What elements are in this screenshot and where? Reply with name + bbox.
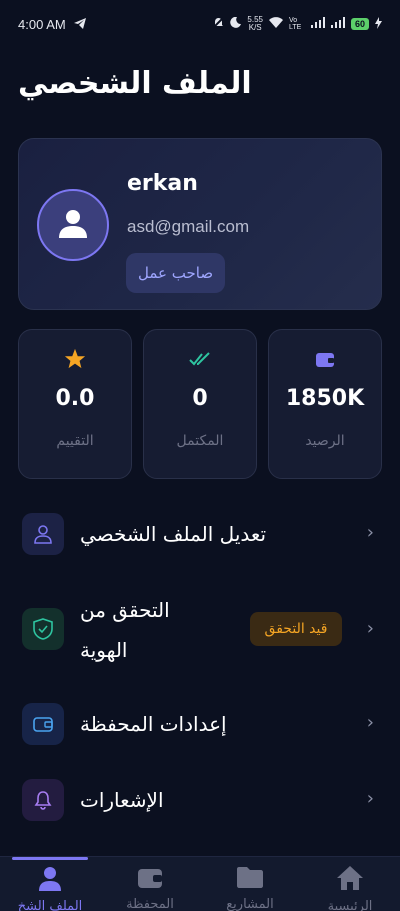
profile-card: erkan asd@gmail.com صاحب عمل: [18, 138, 382, 310]
verification-status-badge: قيد التحقق: [250, 612, 342, 646]
shield-check-icon: [22, 608, 64, 650]
stat-completed-value: 0: [192, 386, 208, 411]
telegram-icon: [73, 17, 86, 32]
stat-balance-value: 1850K: [285, 386, 365, 411]
nav-home[interactable]: الرئيسية: [300, 857, 400, 911]
folder-icon: [236, 865, 264, 889]
page-title: الملف الشخصي: [18, 66, 252, 101]
nav-projects-label: المشاريع: [226, 897, 274, 911]
wifi-icon: [268, 17, 283, 31]
menu-edit-profile-label: تعديل الملف الشخصي: [80, 522, 267, 546]
chevron-right-icon: ›: [366, 712, 374, 733]
bell-icon: [22, 779, 64, 821]
user-icon: [57, 207, 89, 243]
menu-edit-profile[interactable]: تعديل الملف الشخصي ›: [0, 506, 400, 562]
menu-identity-verification[interactable]: التحقق من الهوية قيد التحقق ›: [0, 590, 400, 674]
nav-active-indicator: [12, 857, 88, 860]
menu-wallet-settings-label: إعدادات المحفظة: [80, 712, 227, 736]
menu-wallet-settings[interactable]: إعدادات المحفظة ›: [0, 696, 400, 752]
avatar[interactable]: [37, 189, 109, 261]
stat-rating-value: 0.0: [55, 386, 95, 411]
stat-rating: 0.0 التقييم: [18, 329, 132, 479]
profile-email: asd@gmail.com: [127, 217, 250, 236]
menu-identity-label-line2: الهوية: [80, 638, 128, 662]
stats-row: 0.0 التقييم 0 المكتمل 1850K الرصيد: [18, 329, 382, 479]
home-icon: [336, 865, 364, 891]
wallet-icon: [137, 865, 163, 889]
nav-projects[interactable]: المشاريع: [200, 857, 300, 911]
role-badge: صاحب عمل: [126, 253, 226, 293]
signal-icon-2: [330, 17, 345, 31]
signal-icon: [310, 17, 325, 31]
menu-notifications[interactable]: الإشعارات ›: [0, 772, 400, 828]
status-bar: 4:00 AM 5.55 K/S Vo LTE 60: [0, 0, 400, 48]
bottom-nav: الملف الشخ المحفظة المشاريع الرئيسية: [0, 856, 400, 911]
stat-rating-label: التقييم: [56, 433, 94, 449]
nav-home-label: الرئيسية: [327, 899, 373, 911]
network-speed: 5.55 K/S: [247, 15, 263, 32]
chevron-right-icon: ›: [366, 788, 374, 809]
menu-identity-label-line1: التحقق من: [80, 598, 170, 622]
wallet-icon: [315, 348, 335, 370]
user-icon: [37, 865, 63, 891]
charging-icon: [375, 16, 382, 32]
battery-indicator: 60: [350, 18, 369, 30]
moon-icon: [230, 16, 242, 31]
mute-icon: [212, 15, 226, 32]
menu-notifications-label: الإشعارات: [80, 788, 164, 812]
nav-wallet[interactable]: المحفظة: [100, 857, 200, 911]
stat-completed: 0 المكتمل: [143, 329, 257, 479]
chevron-right-icon: ›: [366, 618, 374, 639]
stat-balance-label: الرصيد: [305, 433, 345, 449]
stat-balance: 1850K الرصيد: [268, 329, 382, 479]
user-icon: [22, 513, 64, 555]
status-time: 4:00 AM: [18, 16, 66, 32]
nav-profile-label: الملف الشخ: [17, 899, 83, 911]
wallet-icon: [22, 703, 64, 745]
stat-completed-label: المكتمل: [176, 433, 224, 449]
volte-label: Vo LTE: [288, 17, 302, 31]
profile-username: erkan: [127, 171, 198, 196]
nav-wallet-label: المحفظة: [126, 897, 174, 911]
star-icon: [64, 348, 86, 370]
double-check-icon: [189, 348, 211, 370]
chevron-right-icon: ›: [366, 522, 374, 543]
nav-profile[interactable]: الملف الشخ: [0, 857, 100, 911]
